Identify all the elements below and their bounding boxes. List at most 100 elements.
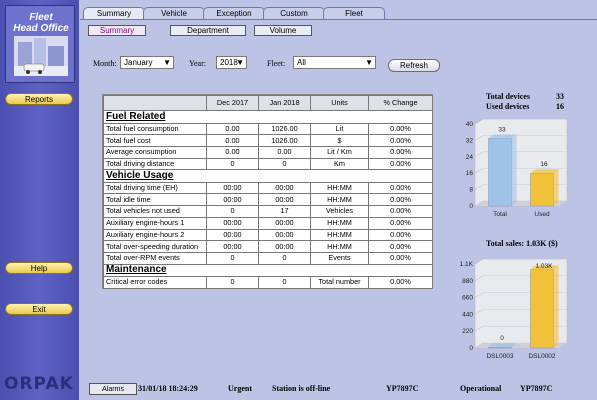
tab-exception[interactable]: Exception [203,7,265,19]
subtab-department-button[interactable]: Department [170,25,246,36]
table-row: Total idle time 00:00 00:00 HH:MM 0.00% [103,193,433,207]
table-cell: 0.00 [206,122,259,136]
sales-chart-tick-label: 220 [462,328,473,335]
table-cell: 0.00% [368,205,433,218]
section-title: Maintenance [103,263,433,278]
sales-chart-data-label: 1.03K [536,263,554,270]
help-button[interactable]: Help [5,262,73,274]
fleet-illustration-icon [14,36,68,76]
sales-chart-tick-label: 660 [462,295,473,302]
status-state: Operational [460,384,502,393]
table-cell: 0.00% [368,276,433,289]
sales-chart: 0 220 440 660 880 1.1K 0 DSL0003 1.03K DSL0002 [460,258,568,360]
app-logo: Fleet Head Office [5,5,75,83]
fleet-label: Fleet: [267,59,286,68]
table-cell: 0 [258,157,311,171]
exit-button[interactable]: Exit [5,303,73,315]
table-cell: HH:MM [310,181,369,195]
summary-table: Dec 2017 Jan 2018 Units % Change Fuel Re… [102,94,433,289]
section-title: Vehicle Usage [103,169,433,183]
devices-chart-tick-label: 16 [466,170,474,177]
devices-chart-tick-label: 32 [466,137,474,144]
used-devices-value: 16 [556,102,564,111]
table-row: Critical error codes 0 0 Total number 0.00% [103,276,433,289]
table-row: Total over-speeding duration 00:00 00:00 HH… [103,240,433,253]
app-title-line2: Head Office [13,23,69,34]
chevron-down-icon: ▼ [236,58,244,67]
table-cell: Total driving time (EH) [103,181,207,195]
fleet-select[interactable]: All ▼ [293,56,376,69]
devices-chart: 0 8 16 24 32 40 33 Total 16 Used [466,118,568,218]
table-row: Total fuel cost 0.00 1026.00 $0.00% [103,134,433,147]
table-cell: 00:00 [206,228,259,242]
tab-summary[interactable]: Summary [83,7,145,19]
table-cell: HH:MM [310,228,369,242]
tab-custom[interactable]: Custom [263,7,325,19]
table-cell: 00:00 [206,181,259,195]
table-cell: Auxiliary engine-hours 2 [103,228,207,242]
devices-chart-bar-side [511,134,517,206]
table-row: Auxiliary engine-hours 2 00:00 00:00 HH:MM 0… [103,228,433,242]
subtab-volume-button[interactable]: Volume [254,25,312,36]
total-devices-value: 33 [556,92,564,101]
devices-chart-tick-label: 24 [466,154,474,161]
table-cell: 0 [206,276,259,289]
devices-chart-bar [488,138,512,207]
column-header: Jan 2018 [258,95,311,111]
table-row: Total over-RPM events 0 0 Events 0.00% [103,251,433,265]
table-row: Average consumption 0.00 0.00 Lit / Km 0.00% [103,145,433,159]
chevron-down-icon: ▼ [163,58,171,67]
table-row: Total driving distance 0 0 Km 0.00% [103,157,433,171]
table-cell: 0.00 [206,134,259,147]
sales-chart-bar [530,269,554,349]
table-cell: 0.00% [368,193,433,207]
devices-chart-data-label: 16 [540,161,548,168]
table-cell: 00:00 [258,193,311,207]
sidebar: Fleet Head Office Reports Help Exit ORPA… [0,0,79,400]
refresh-button[interactable]: Refresh [388,59,440,72]
table-cell: 00:00 [206,216,259,230]
devices-chart-bar-side [553,169,559,206]
sales-chart-category-label: DSL0003 [486,353,513,360]
table-cell: 00:00 [206,240,259,253]
table-cell: $ [310,134,369,147]
table-cell: Average consumption [103,145,207,159]
fleet-select-value: All [297,58,306,67]
app-title: Fleet Head Office [6,12,76,34]
subtab-summary-button[interactable]: Summary [88,25,146,36]
section-header-row: Maintenance [103,263,433,278]
table-row: Total vehicles not used 0 17 Vehicles 0.00% [103,205,433,218]
table-cell: Total over-RPM events [103,251,207,265]
section-title: Fuel Related [103,110,433,124]
table-cell: Km [310,157,369,171]
sales-chart-category-label: DSL0002 [528,353,555,360]
month-select[interactable]: January ▼ [120,56,174,69]
reports-button[interactable]: Reports [5,93,73,105]
table-row: Total fuel consumption 0.00 1026.00 Lit 0.00… [103,122,433,136]
column-header: Units [310,95,369,111]
devices-chart-category-label: Total [493,211,507,218]
table-cell: 00:00 [258,216,311,230]
devices-chart-category-label: Used [534,211,550,218]
app-title-line1: Fleet [29,12,53,23]
table-cell: 0 [206,157,259,171]
section-header-row: Vehicle Usage [103,169,433,183]
tab-fleet[interactable]: Fleet [323,7,385,19]
alarms-button[interactable]: Alarms [89,383,137,395]
table-cell: 00:00 [258,240,311,253]
year-label: Year: [189,59,206,68]
devices-chart-data-label: 33 [498,126,506,133]
table-cell: Total fuel consumption [103,122,207,136]
tab-vehicle[interactable]: Vehicle [143,7,205,19]
table-cell: 0 [206,251,259,265]
devices-chart-tick-label: 40 [466,121,474,128]
table-cell: 0.00% [368,157,433,171]
devices-chart-tick-label: 0 [469,203,473,210]
table-cell: HH:MM [310,193,369,207]
table-cell: Total fuel cost [103,134,207,147]
table-cell: 0.00% [368,122,433,136]
column-header: Dec 2017 [206,95,259,111]
table-cell: 0.00 [258,145,311,159]
table-cell: 0.00% [368,145,433,159]
year-select[interactable]: 2018 ▼ [216,56,247,69]
